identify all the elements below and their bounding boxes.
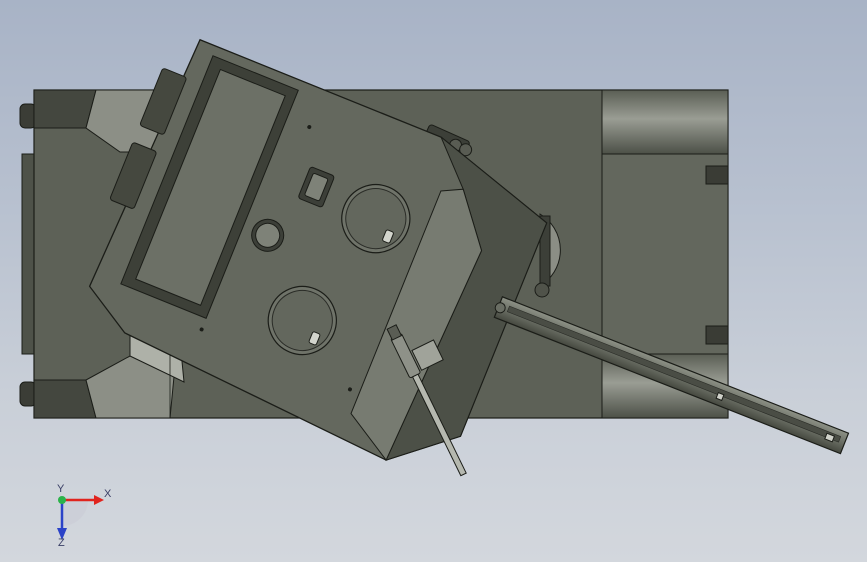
triad-quarter-disc xyxy=(62,500,88,526)
axis-triad: X Y Z xyxy=(40,478,120,549)
x-axis-arrow-icon xyxy=(94,495,104,505)
tank-model[interactable] xyxy=(0,0,867,562)
z-axis-label: Z xyxy=(58,537,65,548)
x-axis-label: X xyxy=(104,488,112,500)
y-axis-dot-icon xyxy=(58,496,66,504)
graphics-viewport[interactable]: X Y Z xyxy=(0,0,867,562)
y-axis-label: Y xyxy=(57,483,65,495)
